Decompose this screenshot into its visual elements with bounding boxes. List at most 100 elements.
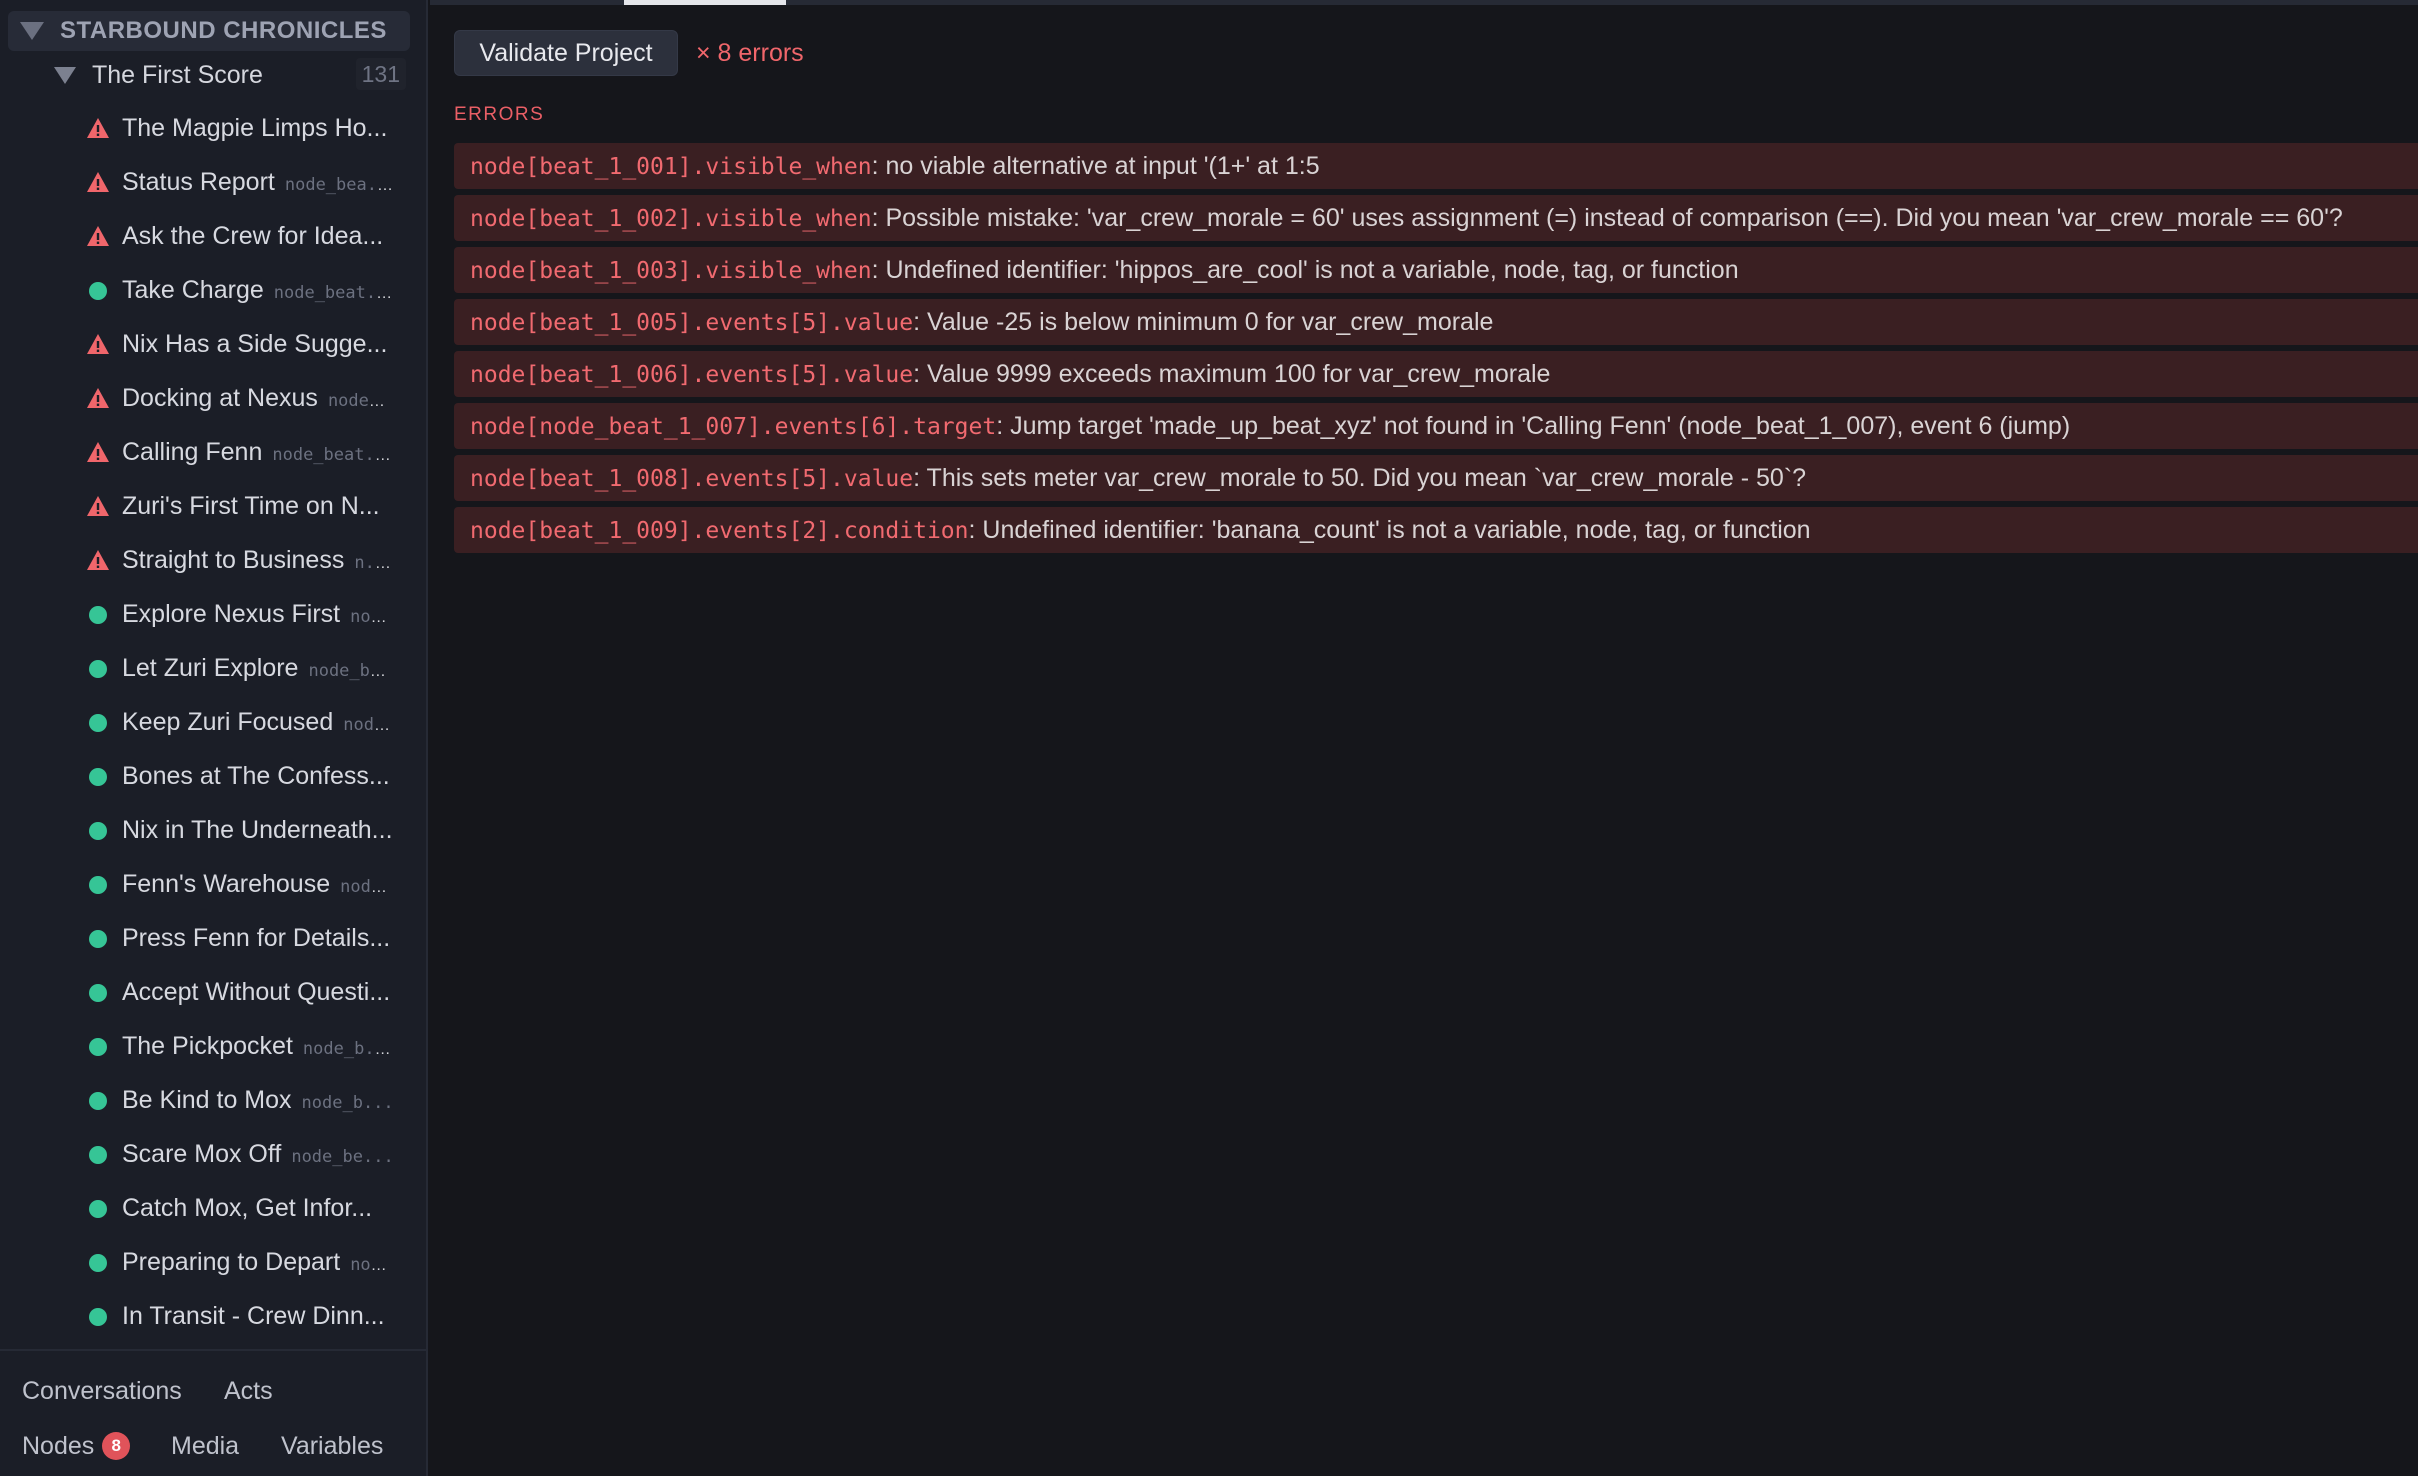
- node-title: Preparing to Depart: [122, 1248, 341, 1276]
- collapse-triangle-icon[interactable]: [20, 22, 44, 40]
- project-header[interactable]: STARBOUND CHRONICLES: [8, 11, 410, 51]
- node-list-item[interactable]: Be Kind to Mox node_b...: [0, 1073, 428, 1127]
- node-item-text: Be Kind to Mox node_b...: [122, 1073, 394, 1127]
- node-list-item[interactable]: The Pickpocket node_b...: [0, 1019, 428, 1073]
- tab-conversations[interactable]: Conversations: [22, 1371, 182, 1411]
- node-item-text: Fenn's Warehouse nod...: [122, 857, 394, 911]
- node-list-item[interactable]: Explore Nexus First no...: [0, 587, 428, 641]
- node-title: Scare Mox Off: [122, 1140, 282, 1168]
- status-ok-dot-icon: [89, 1146, 107, 1164]
- node-list-item[interactable]: In Transit - Crew Dinn...: [0, 1289, 428, 1343]
- error-message: : Value 9999 exceeds maximum 100 for var…: [913, 360, 1551, 388]
- node-list-item[interactable]: Let Zuri Explore node_b...: [0, 641, 428, 695]
- node-list-item[interactable]: Keep Zuri Focused nod...: [0, 695, 428, 749]
- collapse-triangle-icon[interactable]: [54, 66, 76, 84]
- node-title: Take Charge: [122, 276, 264, 304]
- error-path[interactable]: node[beat_1_009].events[2].condition: [470, 518, 969, 544]
- tab-nodes[interactable]: Nodes 8: [22, 1426, 131, 1466]
- error-row[interactable]: node[beat_1_003].visible_when: Undefined…: [454, 247, 2418, 293]
- error-row[interactable]: node[beat_1_001].visible_when: no viable…: [454, 143, 2418, 189]
- node-list-item[interactable]: Docking at Nexus node...: [0, 371, 428, 425]
- node-list-item[interactable]: Nix Has a Side Sugge...: [0, 317, 428, 371]
- status-ok-dot-icon: [89, 1308, 107, 1326]
- node-item-text: Straight to Business n...: [122, 533, 394, 587]
- app-window: STARBOUND CHRONICLES The First Score 131…: [0, 0, 2418, 1476]
- error-path[interactable]: node[beat_1_006].events[5].value: [470, 362, 913, 388]
- error-path[interactable]: node[beat_1_001].visible_when: [470, 154, 872, 180]
- status-ok-dot-icon: [89, 1200, 107, 1218]
- node-title: Explore Nexus First: [122, 600, 341, 628]
- node-list-item[interactable]: Zuri's First Time on N...: [0, 479, 428, 533]
- node-list-item[interactable]: The Magpie Limps Ho...: [0, 101, 428, 155]
- node-title: In Transit - Crew Dinn...: [122, 1302, 385, 1330]
- node-id: node_b...: [308, 661, 394, 681]
- node-list-item[interactable]: Scare Mox Off node_be...: [0, 1127, 428, 1181]
- error-path[interactable]: node[beat_1_002].visible_when: [470, 206, 872, 232]
- node-id: node_be...: [291, 1147, 394, 1167]
- node-title: Accept Without Questi...: [122, 978, 391, 1006]
- group-label: The First Score: [92, 60, 263, 89]
- tab-acts[interactable]: Acts: [224, 1371, 273, 1411]
- node-list-item[interactable]: Accept Without Questi...: [0, 965, 428, 1019]
- node-item-text: Keep Zuri Focused nod...: [122, 695, 394, 749]
- node-list-item[interactable]: Calling Fenn node_beat...: [0, 425, 428, 479]
- node-title: Docking at Nexus: [122, 384, 318, 412]
- node-list-item[interactable]: Take Charge node_beat...: [0, 263, 428, 317]
- error-path[interactable]: node[beat_1_008].events[5].value: [470, 466, 913, 492]
- node-item-text: Nix Has a Side Sugge...: [122, 317, 394, 371]
- node-list-item[interactable]: Press Fenn for Details...: [0, 911, 428, 965]
- node-list-item[interactable]: Catch Mox, Get Infor...: [0, 1181, 428, 1235]
- validate-project-button[interactable]: Validate Project: [454, 30, 678, 76]
- node-list-item[interactable]: Ask the Crew for Idea...: [0, 209, 428, 263]
- active-tab-indicator: [624, 0, 786, 5]
- node-title: Nix in The Underneath...: [122, 816, 393, 844]
- node-id: node_b...: [301, 1093, 394, 1113]
- node-item-text: In Transit - Crew Dinn...: [122, 1289, 394, 1343]
- error-path[interactable]: node[node_beat_1_007].events[6].target: [470, 414, 996, 440]
- sidebar: STARBOUND CHRONICLES The First Score 131…: [0, 0, 428, 1476]
- error-path[interactable]: node[beat_1_003].visible_when: [470, 258, 872, 284]
- error-row[interactable]: node[beat_1_002].visible_when: Possible …: [454, 195, 2418, 241]
- warning-icon: [86, 494, 110, 518]
- error-path[interactable]: node[beat_1_005].events[5].value: [470, 310, 913, 336]
- status-ok-dot-icon: [89, 606, 107, 624]
- divider: [0, 1349, 428, 1351]
- node-list-item[interactable]: Bones at The Confess...: [0, 749, 428, 803]
- warning-icon: [86, 224, 110, 248]
- node-title: Straight to Business: [122, 546, 345, 574]
- status-ok-dot-icon: [89, 714, 107, 732]
- node-item-text: Take Charge node_beat...: [122, 263, 394, 317]
- node-list-item[interactable]: Nix in The Underneath...: [0, 803, 428, 857]
- warning-icon: [86, 116, 110, 140]
- node-list-item[interactable]: Status Report node_bea...: [0, 155, 428, 209]
- group-row[interactable]: The First Score 131: [0, 56, 428, 94]
- warning-icon: [86, 332, 110, 356]
- nodes-error-badge: 8: [102, 1432, 131, 1460]
- error-message: : Undefined identifier: 'hippos_are_cool…: [871, 256, 1739, 284]
- node-item-text: Catch Mox, Get Infor...: [122, 1181, 394, 1235]
- node-list-item[interactable]: Straight to Business n...: [0, 533, 428, 587]
- node-item-text: The Magpie Limps Ho...: [122, 101, 394, 155]
- error-row[interactable]: node[beat_1_006].events[5].value: Value …: [454, 351, 2418, 397]
- node-list-item[interactable]: Fenn's Warehouse nod...: [0, 857, 428, 911]
- tab-media[interactable]: Media: [171, 1426, 239, 1466]
- warning-icon: [86, 170, 110, 194]
- node-item-text: Preparing to Depart no...: [122, 1235, 394, 1289]
- tab-variables[interactable]: Variables: [281, 1426, 383, 1466]
- error-row[interactable]: node[beat_1_008].events[5].value: This s…: [454, 455, 2418, 501]
- node-title: Zuri's First Time on N...: [122, 492, 380, 520]
- status-ok-dot-icon: [89, 822, 107, 840]
- node-item-text: Explore Nexus First no...: [122, 587, 394, 641]
- node-list-item[interactable]: Preparing to Depart no...: [0, 1235, 428, 1289]
- status-ok-dot-icon: [89, 768, 107, 786]
- tab-nodes-label: Nodes: [22, 1432, 95, 1460]
- node-title: The Pickpocket: [122, 1032, 293, 1060]
- error-row[interactable]: node[node_beat_1_007].events[6].target: …: [454, 403, 2418, 449]
- error-row[interactable]: node[beat_1_009].events[2].condition: Un…: [454, 507, 2418, 553]
- node-id: no...: [350, 607, 394, 627]
- project-title: STARBOUND CHRONICLES: [60, 17, 387, 44]
- node-title: Status Report: [122, 168, 275, 196]
- node-title: Press Fenn for Details...: [122, 924, 391, 952]
- error-row[interactable]: node[beat_1_005].events[5].value: Value …: [454, 299, 2418, 345]
- error-message: : Undefined identifier: 'banana_count' i…: [968, 516, 1811, 544]
